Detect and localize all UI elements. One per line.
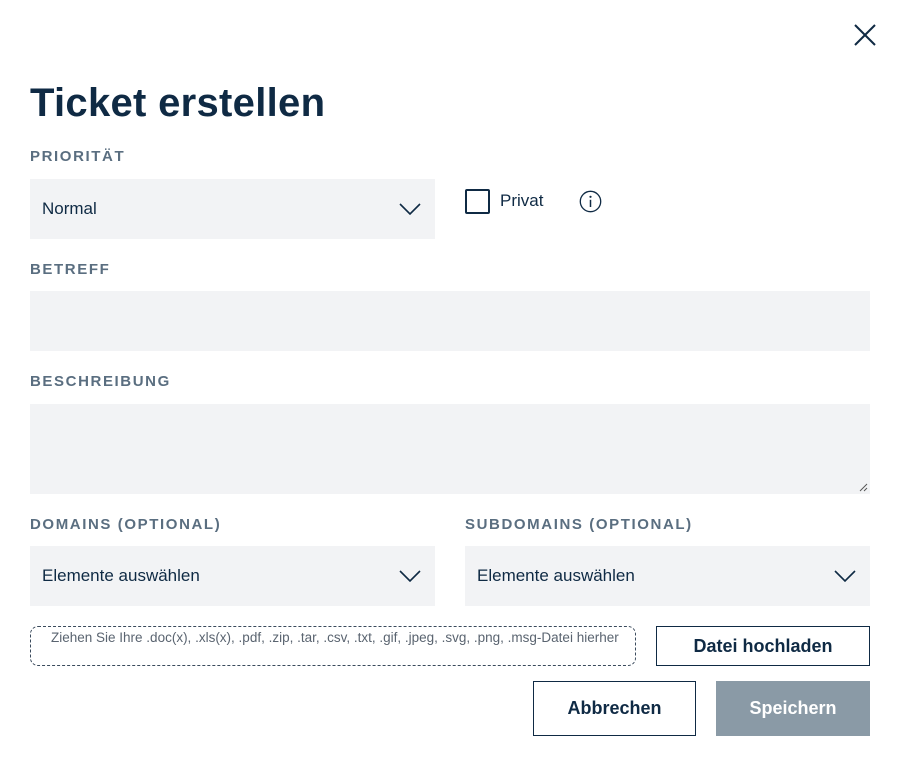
close-button[interactable] — [850, 20, 880, 50]
priority-select[interactable]: Normal — [30, 179, 435, 239]
subdomains-value: Elemente auswählen — [477, 566, 635, 585]
info-icon[interactable] — [579, 190, 602, 213]
private-checkbox[interactable] — [465, 189, 490, 214]
priority-value: Normal — [42, 199, 97, 218]
cancel-button[interactable]: Abbrechen — [533, 681, 696, 736]
chevron-down-icon — [834, 570, 856, 582]
domains-select[interactable]: Elemente auswählen — [30, 546, 435, 606]
upload-file-button[interactable]: Datei hochladen — [656, 626, 870, 666]
priority-label: PRIORITÄT — [30, 148, 126, 165]
save-button[interactable]: Speichern — [716, 681, 870, 736]
domains-label: DOMAINS (OPTIONAL) — [30, 516, 222, 533]
dialog-title: Ticket erstellen — [30, 81, 326, 125]
subdomains-label: SUBDOMAINS (OPTIONAL) — [465, 516, 693, 533]
subdomains-select[interactable]: Elemente auswählen — [465, 546, 870, 606]
private-label: Privat — [500, 191, 544, 210]
domains-value: Elemente auswählen — [42, 566, 200, 585]
subject-label: BETREFF — [30, 261, 111, 278]
chevron-down-icon — [399, 570, 421, 582]
close-icon — [854, 24, 876, 46]
description-label: BESCHREIBUNG — [30, 373, 171, 390]
subject-input[interactable] — [30, 291, 870, 351]
description-textarea[interactable] — [30, 404, 870, 494]
file-dropzone[interactable]: Ziehen Sie Ihre .doc(x), .xls(x), .pdf, … — [30, 626, 636, 666]
chevron-down-icon — [399, 203, 421, 215]
resize-handle-icon[interactable] — [858, 482, 868, 492]
